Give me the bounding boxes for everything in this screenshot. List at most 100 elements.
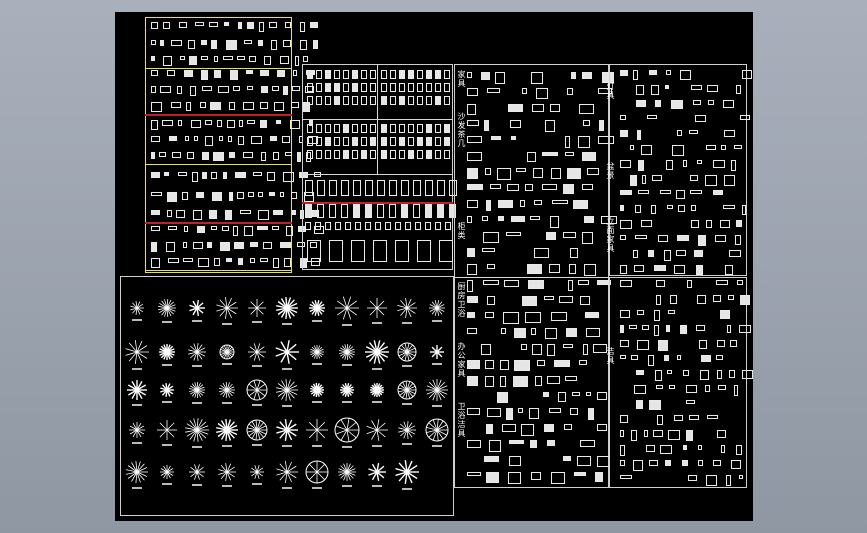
cad-block-icon bbox=[160, 40, 164, 46]
tree-center bbox=[255, 470, 259, 474]
tree-center bbox=[135, 470, 139, 474]
cad-block-icon bbox=[528, 280, 544, 289]
tree-icon bbox=[365, 340, 389, 370]
cad-block-icon bbox=[211, 226, 217, 230]
cad-block-icon bbox=[715, 235, 726, 242]
cad-block-icon bbox=[212, 192, 222, 201]
cad-block-icon bbox=[370, 70, 376, 79]
cad-block-icon bbox=[729, 370, 735, 378]
cad-block-icon bbox=[399, 83, 405, 92]
tree-caption-mark bbox=[372, 401, 382, 403]
tree-icon bbox=[216, 419, 238, 447]
cad-block-icon bbox=[484, 456, 499, 462]
cad-block-icon bbox=[417, 150, 423, 159]
tree-icon bbox=[425, 418, 449, 447]
cad-block-icon bbox=[487, 88, 500, 93]
cad-block-icon bbox=[649, 460, 658, 466]
cad-block-icon bbox=[285, 152, 292, 156]
cad-block-icon bbox=[635, 235, 647, 239]
cad-block-icon bbox=[731, 160, 736, 171]
cad-block-icon bbox=[648, 250, 654, 257]
cad-block-icon bbox=[425, 180, 433, 196]
tree-caption-mark bbox=[162, 483, 172, 485]
cad-block-icon bbox=[652, 175, 662, 181]
cad-block-icon bbox=[238, 258, 243, 265]
cad-block-icon bbox=[467, 104, 476, 115]
cad-block-icon bbox=[633, 250, 638, 258]
cad-block-icon bbox=[185, 136, 189, 141]
cad-block-icon bbox=[629, 325, 637, 329]
tree-center bbox=[195, 388, 199, 392]
cad-block-icon bbox=[698, 445, 702, 450]
cad-block-icon bbox=[361, 150, 367, 159]
cad-block-icon bbox=[582, 72, 592, 79]
cad-block-icon bbox=[565, 152, 574, 156]
cad-block-icon bbox=[563, 456, 571, 461]
tree-center bbox=[255, 388, 259, 392]
cad-block-icon bbox=[207, 242, 212, 248]
cad-block-icon bbox=[151, 172, 160, 178]
cad-block-icon bbox=[482, 216, 488, 221]
cad-block-icon bbox=[485, 312, 494, 318]
cad-drawing-sheet[interactable]: 家具 沙发茶几 柜类 厨房卫浴 办公家具 卫浴洁具 灯具 盆景 立面家具 洁具 bbox=[115, 12, 753, 521]
tree-caption-mark bbox=[162, 444, 172, 446]
cad-block-icon bbox=[620, 415, 628, 423]
tree-branch bbox=[376, 300, 385, 309]
cad-block-icon bbox=[666, 325, 670, 332]
cad-block-icon bbox=[201, 40, 207, 45]
cad-block-icon bbox=[377, 204, 384, 218]
cad-block-icon bbox=[658, 340, 668, 351]
tree-caption-mark bbox=[312, 487, 322, 489]
cad-block-icon bbox=[701, 355, 711, 362]
label-office: 办公家具 bbox=[457, 342, 466, 378]
cad-block-icon bbox=[534, 248, 549, 258]
cad-block-icon bbox=[620, 115, 626, 120]
cad-block-icon bbox=[426, 124, 432, 133]
cad-block-icon bbox=[316, 150, 322, 159]
cad-block-icon bbox=[700, 370, 709, 380]
cad-block-icon bbox=[196, 192, 204, 198]
cad-block-icon bbox=[248, 192, 254, 197]
cad-block-icon bbox=[582, 184, 593, 190]
cad-block-icon bbox=[579, 360, 587, 365]
cad-block-icon bbox=[529, 408, 539, 419]
tree-caption-mark bbox=[432, 445, 442, 447]
cad-block-icon bbox=[483, 232, 499, 243]
cad-block-icon bbox=[249, 56, 256, 62]
tree-caption-mark bbox=[312, 320, 322, 322]
tree-center bbox=[255, 428, 259, 432]
tree-center bbox=[375, 306, 379, 310]
cad-block-icon bbox=[736, 85, 741, 94]
tree-caption-mark bbox=[402, 488, 412, 490]
cad-block-icon bbox=[343, 150, 349, 159]
cad-block-icon bbox=[334, 124, 340, 133]
cad-block-icon bbox=[586, 328, 600, 337]
cad-block-icon bbox=[151, 70, 158, 76]
cad-block-icon bbox=[510, 120, 521, 128]
cad-block-icon bbox=[253, 172, 262, 176]
cad-block-icon bbox=[713, 190, 723, 195]
cad-block-icon bbox=[233, 226, 238, 236]
cad-block-icon bbox=[250, 242, 258, 247]
cad-block-icon bbox=[151, 152, 155, 159]
cad-block-icon bbox=[160, 86, 171, 93]
cad-block-icon bbox=[467, 328, 477, 334]
cad-block-icon bbox=[426, 70, 432, 79]
row-separator bbox=[145, 270, 292, 271]
cad-block-icon bbox=[184, 70, 193, 77]
cad-block-icon bbox=[390, 83, 396, 92]
cad-block-icon bbox=[164, 172, 169, 176]
cad-block-icon bbox=[280, 242, 291, 248]
cad-block-icon bbox=[202, 86, 212, 91]
tree-center bbox=[285, 470, 289, 474]
cad-block-icon bbox=[247, 120, 255, 124]
cad-block-icon bbox=[229, 152, 235, 158]
tree-icon bbox=[185, 418, 209, 448]
cad-block-icon bbox=[683, 160, 687, 167]
cad-block-icon bbox=[686, 430, 693, 441]
label-cabinet: 柜类 bbox=[457, 222, 466, 240]
cad-block-icon bbox=[389, 204, 396, 218]
cad-block-icon bbox=[646, 445, 655, 452]
cad-block-icon bbox=[286, 226, 293, 236]
cad-block-icon bbox=[620, 130, 628, 137]
